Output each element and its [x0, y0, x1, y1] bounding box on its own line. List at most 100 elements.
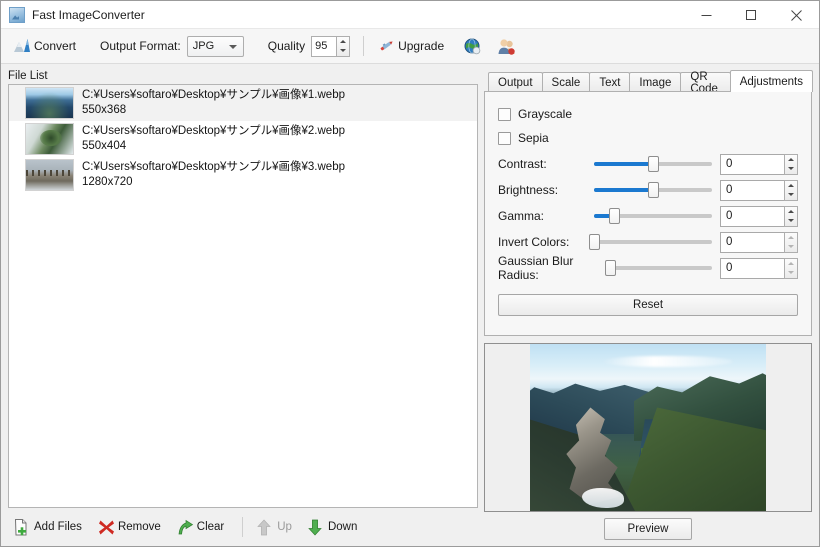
reset-button[interactable]: Reset	[498, 294, 798, 316]
brightness-label: Brightness:	[498, 183, 559, 197]
gaussian-blur-spin-buttons[interactable]	[784, 257, 798, 279]
quality-input[interactable]: 95	[311, 35, 337, 57]
tab-image[interactable]: Image	[629, 72, 682, 92]
preview-button[interactable]: Preview	[604, 518, 692, 540]
spin-down-icon[interactable]	[785, 216, 797, 226]
table-row[interactable]: C:¥Users¥softaro¥Desktop¥サンプル¥画像¥2.webp …	[9, 121, 477, 157]
file-thumbnail	[25, 122, 74, 155]
spin-up-icon[interactable]	[337, 37, 349, 47]
settings-tabs: Output Scale Text Image QR Code Adjustme…	[484, 70, 813, 95]
spin-down-icon[interactable]	[337, 46, 349, 56]
toolbar-divider	[363, 36, 365, 56]
gaussian-blur-stepper[interactable]: 0	[720, 257, 798, 279]
table-row[interactable]: C:¥Users¥softaro¥Desktop¥サンプル¥画像¥1.webp …	[9, 85, 477, 121]
sepia-checkbox[interactable]	[498, 131, 511, 145]
contrast-spin-buttons[interactable]	[784, 153, 798, 175]
tab-qr-code[interactable]: QR Code	[680, 71, 731, 95]
invert-colors-input[interactable]: 0	[720, 231, 784, 253]
move-down-label: Down	[327, 521, 358, 533]
close-icon[interactable]	[774, 1, 819, 29]
red-x-icon	[98, 519, 114, 535]
slider-track	[594, 240, 712, 244]
spin-up-icon[interactable]	[785, 207, 797, 217]
add-files-button[interactable]: Add Files	[14, 514, 82, 540]
output-format-select[interactable]: JPG	[186, 35, 244, 57]
spin-up-icon[interactable]	[785, 259, 797, 269]
right-pane: Output Scale Text Image QR Code Adjustme…	[484, 70, 813, 546]
invert-colors-stepper[interactable]: 0	[720, 231, 798, 253]
gaussian-blur-slider[interactable]	[605, 258, 712, 278]
output-format-label: Output Format:	[100, 39, 181, 53]
brightness-input[interactable]: 0	[720, 179, 784, 201]
spin-down-icon[interactable]	[785, 164, 797, 174]
brightness-stepper[interactable]: 0	[720, 179, 798, 201]
gamma-stepper[interactable]: 0	[720, 205, 798, 227]
brightness-spin-buttons[interactable]	[784, 179, 798, 201]
minimize-icon[interactable]	[684, 1, 729, 29]
contrast-stepper[interactable]: 0	[720, 153, 798, 175]
slider-handle[interactable]	[589, 234, 600, 250]
invert-colors-spin-buttons[interactable]	[784, 231, 798, 253]
grayscale-row[interactable]: Grayscale	[498, 103, 798, 125]
convert-button[interactable]: Convert	[9, 33, 80, 59]
convert-mountain-icon	[13, 38, 30, 54]
quality-spin-buttons[interactable]	[336, 35, 351, 57]
spin-up-icon[interactable]	[785, 181, 797, 191]
slider-fill	[594, 188, 653, 192]
slider-handle[interactable]	[648, 182, 659, 198]
file-info: C:¥Users¥softaro¥Desktop¥サンプル¥画像¥2.webp …	[82, 124, 345, 154]
spin-down-icon[interactable]	[785, 242, 797, 252]
gaussian-blur-label: Gaussian Blur Radius:	[498, 254, 574, 282]
gamma-input[interactable]: 0	[720, 205, 784, 227]
spin-up-icon[interactable]	[785, 155, 797, 165]
arrow-down-icon	[308, 519, 324, 536]
clear-button[interactable]: Clear	[177, 514, 224, 540]
tab-adjustments[interactable]: Adjustments	[729, 70, 813, 92]
slider-fill	[594, 162, 653, 166]
brightness-slider[interactable]	[594, 180, 712, 200]
move-down-button[interactable]: Down	[308, 514, 357, 540]
spin-down-icon[interactable]	[785, 190, 797, 200]
file-path: C:¥Users¥softaro¥Desktop¥サンプル¥画像¥3.webp	[82, 160, 345, 173]
left-pane: File List C:¥Users¥softaro¥Desktop¥サンプル¥…	[8, 70, 478, 546]
contrast-slider[interactable]	[594, 154, 712, 174]
clear-label: Clear	[196, 521, 225, 533]
sepia-row[interactable]: Sepia	[498, 127, 798, 149]
slider-handle[interactable]	[609, 208, 621, 224]
spin-up-icon[interactable]	[785, 233, 797, 243]
application-window: Fast ImageConverter Convert Output Forma…	[0, 0, 820, 547]
users-button[interactable]	[494, 33, 518, 59]
preview-area	[484, 343, 812, 512]
tab-scale[interactable]: Scale	[541, 72, 591, 92]
globe-button[interactable]	[460, 33, 484, 59]
output-format-value: JPG	[192, 40, 215, 52]
chevron-down-icon	[228, 45, 237, 49]
remove-button[interactable]: Remove	[98, 514, 161, 540]
table-row[interactable]: C:¥Users¥softaro¥Desktop¥サンプル¥画像¥3.webp …	[9, 157, 477, 193]
file-list[interactable]: C:¥Users¥softaro¥Desktop¥サンプル¥画像¥1.webp …	[8, 84, 478, 508]
sepia-label: Sepia	[518, 131, 549, 145]
contrast-label: Contrast:	[498, 157, 547, 171]
file-dimensions: 550x404	[82, 139, 127, 152]
spin-down-icon[interactable]	[785, 268, 797, 278]
gamma-spin-buttons[interactable]	[784, 205, 798, 227]
maximize-icon[interactable]	[729, 1, 774, 29]
slider-handle[interactable]	[648, 156, 659, 172]
gaussian-blur-input[interactable]: 0	[720, 257, 784, 279]
green-arrow-icon	[177, 519, 193, 535]
file-list-toolbar: Add Files Remove Clear Up Down	[8, 508, 478, 546]
slider-handle[interactable]	[605, 260, 616, 276]
invert-colors-slider[interactable]	[589, 232, 712, 252]
contrast-input[interactable]: 0	[720, 153, 784, 175]
quality-stepper[interactable]: 95	[311, 35, 351, 57]
rocket-icon	[377, 38, 393, 54]
tab-output[interactable]: Output	[488, 72, 543, 92]
grayscale-checkbox[interactable]	[498, 107, 511, 121]
grayscale-label: Grayscale	[518, 107, 573, 121]
tab-text[interactable]: Text	[589, 72, 631, 92]
move-up-button[interactable]: Up	[257, 514, 292, 540]
preview-bar: Preview	[484, 512, 812, 546]
move-up-label: Up	[277, 521, 292, 533]
gamma-slider[interactable]	[594, 206, 712, 226]
upgrade-button[interactable]: Upgrade	[373, 33, 448, 59]
